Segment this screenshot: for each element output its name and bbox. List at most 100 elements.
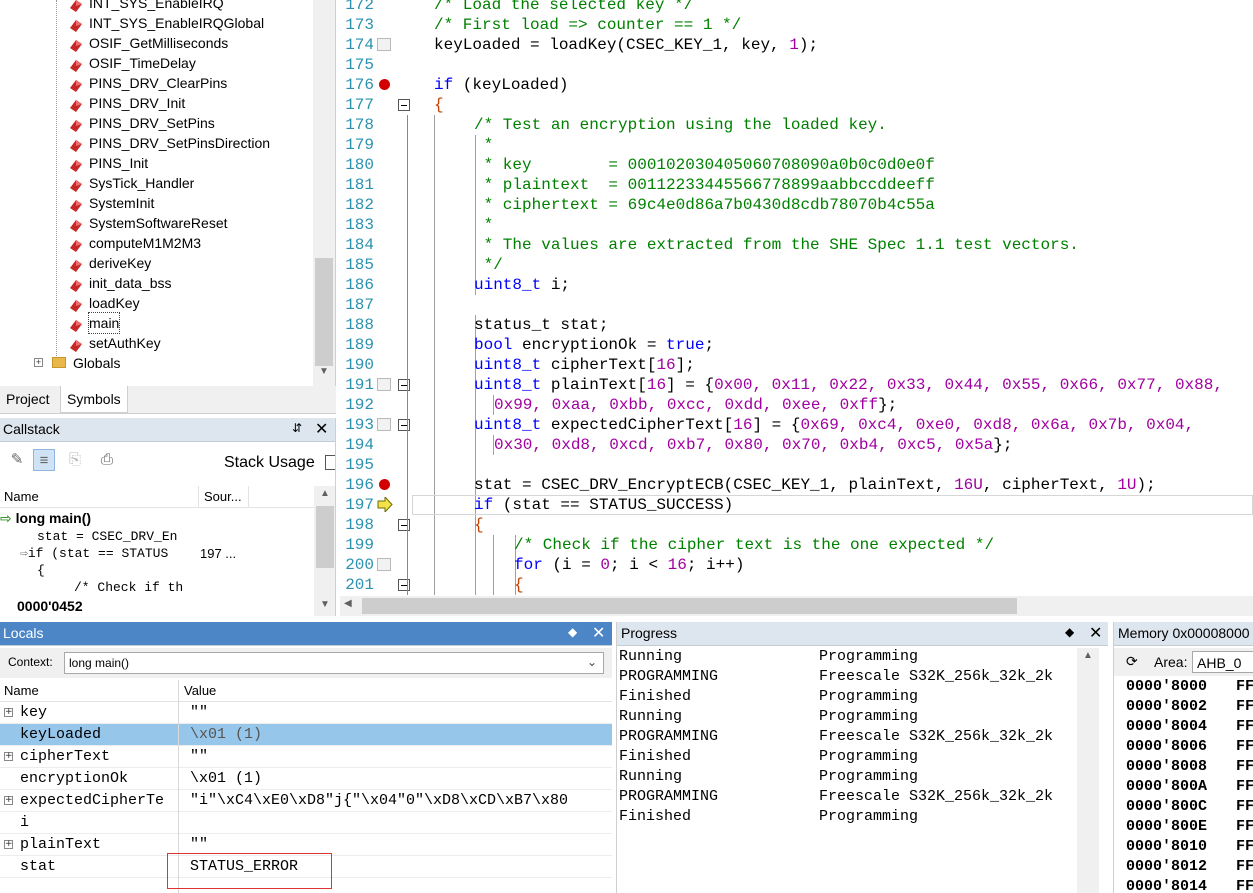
tree-item-function[interactable]: PINS_Init (0, 153, 312, 173)
editor-scroll-thumb[interactable] (362, 598, 1017, 614)
toggle-icon[interactable]: ≡ (33, 449, 55, 471)
memory-value[interactable]: FF (1236, 797, 1253, 817)
code-line[interactable]: 181 * plaintext = 00112233445566778899aa… (337, 175, 1253, 195)
code-line[interactable]: 172 /* Load the selected key */ (337, 0, 1253, 15)
code-line[interactable]: 176 if (keyLoaded) (337, 75, 1253, 95)
memory-row[interactable]: 0000'8004 FF (1126, 717, 1253, 737)
scroll-down-icon[interactable]: ▼ (313, 366, 335, 377)
fold-collapse-icon[interactable] (398, 579, 410, 591)
locals-row-selected[interactable]: keyLoaded \x01 (1) (0, 724, 612, 746)
memory-value[interactable]: FF (1236, 837, 1253, 857)
expand-icon[interactable]: + (4, 708, 13, 717)
tree-item-function[interactable]: INT_SYS_EnableIRQGlobal (0, 13, 312, 33)
locals-row[interactable]: + expectedCipherTe "i"\xC4\xE0\xD8"j{"\x04… (0, 790, 612, 812)
memory-row[interactable]: 0000'8012 FF (1126, 857, 1253, 877)
code-line[interactable]: 180 * key = 000102030405060708090a0b0c0d… (337, 155, 1253, 175)
memory-row[interactable]: 0000'8006 FF (1126, 737, 1253, 757)
expand-icon[interactable]: + (34, 358, 43, 367)
tree-item-globals[interactable]: + Globals (0, 353, 312, 373)
expand-icon[interactable]: + (4, 840, 13, 849)
expand-icon[interactable]: + (4, 752, 13, 761)
code-line[interactable]: 173 /* First load => counter == 1 */ (337, 15, 1253, 35)
gutter-marker[interactable] (377, 558, 391, 571)
stack-usage-checkbox[interactable] (325, 455, 335, 470)
refresh-icon[interactable]: ⟳ (1126, 653, 1138, 670)
var-value[interactable]: "" (190, 702, 610, 724)
symbols-scroll-thumb[interactable] (315, 258, 333, 366)
expand-icon[interactable]: + (4, 796, 13, 805)
var-value[interactable]: "i"\xC4\xE0\xD8"j{"\x04"0"\xD8\xCD\xB7\x… (190, 790, 610, 812)
memory-row[interactable]: 0000'8010 FF (1126, 837, 1253, 857)
close-icon[interactable]: ✕ (315, 419, 328, 439)
code-line[interactable]: 196 stat = CSEC_DRV_EncryptECB(CSEC_KEY_1… (337, 475, 1253, 495)
code-line[interactable]: 186 uint8_t i; (337, 275, 1253, 295)
code-line[interactable]: 200 for (i = 0; i < 16; i++) (337, 555, 1253, 575)
code-line[interactable]: 192 0x99, 0xaa, 0xbb, 0xcc, 0xdd, 0xee, 0… (337, 395, 1253, 415)
gutter-marker[interactable] (377, 378, 391, 391)
close-icon[interactable]: ✕ (1089, 623, 1102, 643)
scroll-up-icon[interactable]: ▲ (1077, 650, 1099, 661)
code-line[interactable]: 178 /* Test an encryption using the loade… (337, 115, 1253, 135)
memory-row[interactable]: 0000'800C FF (1126, 797, 1253, 817)
memory-row[interactable]: 0000'800E FF (1126, 817, 1253, 837)
tree-item-function[interactable]: loadKey (0, 293, 312, 313)
code-line[interactable]: 175 (337, 55, 1253, 75)
code-line[interactable]: 187 (337, 295, 1253, 315)
memory-value[interactable]: FF (1236, 877, 1253, 893)
tree-item-function[interactable]: PINS_DRV_ClearPins (0, 73, 312, 93)
settings-icon[interactable]: ✎ (6, 449, 28, 471)
tree-item-function[interactable]: PINS_DRV_Init (0, 93, 312, 113)
tree-item-function[interactable]: SystemInit (0, 193, 312, 213)
print-icon[interactable]: ⎙ (96, 449, 118, 471)
callstack-scrollbar[interactable]: ▲ ▼ (314, 486, 335, 616)
tree-item-function[interactable]: SysTick_Handler (0, 173, 312, 193)
memory-value[interactable]: FF (1236, 757, 1253, 777)
memory-row[interactable]: 0000'8002 FF (1126, 697, 1253, 717)
fold-collapse-icon[interactable] (398, 519, 410, 531)
gutter-marker[interactable] (377, 38, 391, 51)
memory-value[interactable]: FF (1236, 717, 1253, 737)
breakpoint-icon[interactable] (379, 479, 390, 490)
tree-item-main[interactable]: main (0, 312, 312, 334)
progress-scrollbar[interactable]: ▲ (1077, 648, 1099, 893)
code-line[interactable]: 189 bool encryptionOk = true; (337, 335, 1253, 355)
tree-item-function[interactable]: computeM1M2M3 (0, 233, 312, 253)
pin-icon[interactable]: ◆ (568, 625, 577, 639)
code-line[interactable]: 188 status_t stat; (337, 315, 1253, 335)
tree-item-function[interactable]: INT_SYS_EnableIRQ (0, 0, 312, 13)
memory-value[interactable]: FF (1236, 697, 1253, 717)
memory-row[interactable]: 0000'8000 FF (1126, 677, 1253, 697)
code-line[interactable]: 184 * The values are extracted from the … (337, 235, 1253, 255)
area-select[interactable]: AHB_0 (1192, 651, 1253, 673)
tree-item-function[interactable]: PINS_DRV_SetPins (0, 113, 312, 133)
symbols-tree[interactable]: INT_SYS_EnableIRQ INT_SYS_EnableIRQGloba… (0, 0, 336, 386)
var-value[interactable]: \x01 (1) (190, 768, 610, 790)
code-line[interactable]: 190 uint8_t cipherText[16]; (337, 355, 1253, 375)
close-icon[interactable]: ✕ (592, 623, 605, 643)
pin-icon[interactable]: ⇵ (292, 421, 302, 435)
memory-value[interactable]: FF (1236, 817, 1253, 837)
code-line[interactable]: 195 (337, 455, 1253, 475)
code-line[interactable]: 185 */ (337, 255, 1253, 275)
scroll-thumb[interactable] (316, 506, 334, 568)
code-line[interactable]: 193 uint8_t expectedCipherText[16] = {0x6… (337, 415, 1253, 435)
memory-row[interactable]: 0000'800A FF (1126, 777, 1253, 797)
code-line[interactable]: 198 { (337, 515, 1253, 535)
locals-row[interactable]: i (0, 812, 612, 834)
code-line[interactable]: 199 /* Check if the cipher text is the on… (337, 535, 1253, 555)
callstack-frame[interactable]: ⇨ long main() (0, 510, 91, 527)
tree-item-function[interactable]: OSIF_GetMilliseconds (0, 33, 312, 53)
scroll-up-icon[interactable]: ▲ (314, 488, 335, 499)
breakpoint-icon[interactable] (379, 79, 390, 90)
memory-row[interactable]: 0000'8014 FF (1126, 877, 1253, 893)
scroll-left-icon[interactable]: ◀ (344, 598, 352, 609)
scroll-down-icon[interactable]: ▼ (314, 599, 335, 610)
memory-value[interactable]: FF (1236, 737, 1253, 757)
code-line[interactable]: 177 { (337, 95, 1253, 115)
code-line[interactable]: 191 uint8_t plainText[16] = {0x00, 0x11, … (337, 375, 1253, 395)
code-line[interactable]: 194 0x30, 0xd8, 0xcd, 0xb7, 0x80, 0x70, 0… (337, 435, 1253, 455)
tab-symbols[interactable]: Symbols (60, 386, 128, 413)
code-line[interactable]: 183 * (337, 215, 1253, 235)
locals-row[interactable]: + cipherText "" (0, 746, 612, 768)
fold-collapse-icon[interactable] (398, 99, 410, 111)
